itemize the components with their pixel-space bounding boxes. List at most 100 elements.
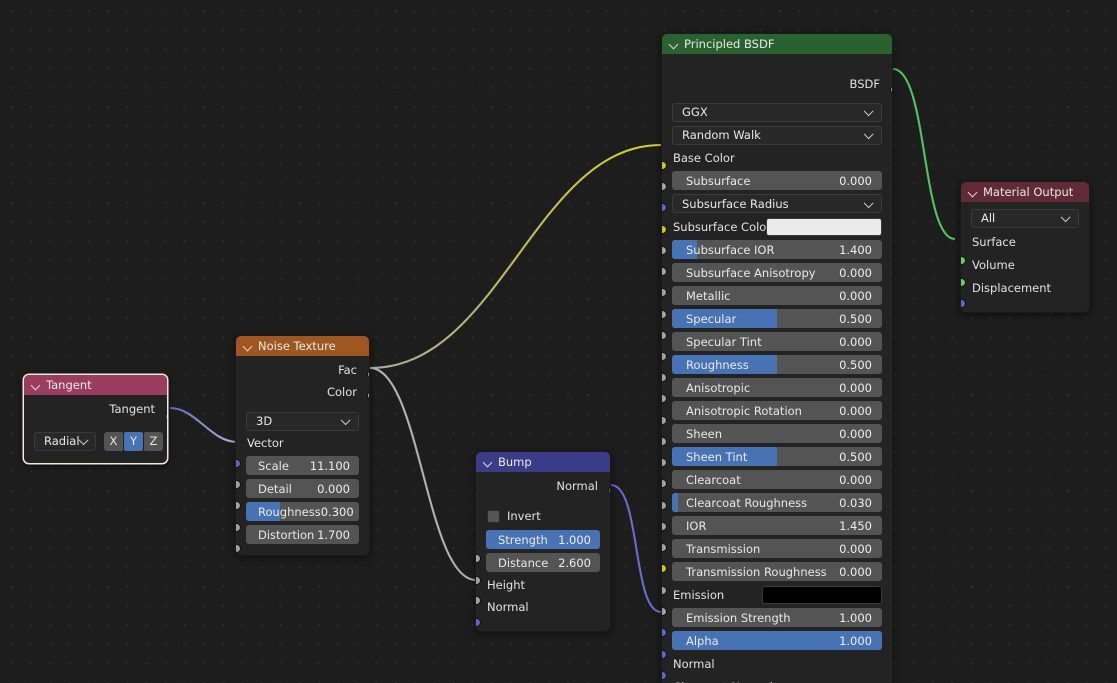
slider-anisotropic[interactable]: Anisotropic 0.000 [672,378,882,397]
slider-subsurface-ior[interactable]: Subsurface IOR 1.400 [672,240,882,259]
slider-distortion[interactable]: Distortion 1.700 [246,525,359,544]
slider-detail[interactable]: Detail 0.000 [246,479,359,498]
socket-noise-distortion-input[interactable] [236,544,241,553]
socket-emission[interactable] [662,564,667,573]
socket-noise-scale-input[interactable] [236,480,241,489]
socket-volume[interactable] [961,278,966,287]
socket-emission-strength[interactable] [662,586,667,595]
slider-specular[interactable]: Specular 0.500 [672,309,882,328]
slider-transmission-roughness[interactable]: Transmission Roughness 0.000 [672,562,882,581]
socket-transmission[interactable] [662,522,667,531]
socket-roughness[interactable] [662,352,667,361]
subsurface-method-dropdown[interactable]: Random Walk [672,125,882,145]
slider-specular-label: Specular [686,311,737,326]
node-principled-bsdf[interactable]: Principled BSDF BSDF GGX Random Walk Bas… [661,33,893,683]
socket-noise-roughness-input[interactable] [236,523,241,532]
emission-color-swatch[interactable] [762,585,882,604]
socket-tangent-output[interactable] [164,412,167,421]
node-bump-header[interactable]: Bump [476,452,610,472]
target-dropdown[interactable]: All [971,208,1079,228]
slider-subsurface[interactable]: Subsurface 0.000 [672,171,882,190]
chevron-down-icon[interactable] [31,381,40,390]
node-material-output-header[interactable]: Material Output [961,182,1089,202]
invert-checkbox[interactable] [487,509,500,523]
socket-noise-vector-input[interactable] [236,459,241,468]
slider-metallic[interactable]: Metallic 0.000 [672,286,882,305]
subsurface-radius-dropdown[interactable]: Subsurface Radius [672,194,882,213]
node-material-output[interactable]: Material Output All Surface Volume Displ… [960,181,1090,313]
socket-noise-fac-output[interactable] [366,370,369,379]
slider-emission-strength[interactable]: Emission Strength 1.000 [672,608,882,627]
slider-ior[interactable]: IOR 1.450 [672,516,882,535]
slider-subsurface-anisotropy[interactable]: Subsurface Anisotropy 0.000 [672,263,882,282]
subsurface-color-swatch[interactable] [766,217,882,236]
socket-subsurface-radius[interactable] [662,203,667,212]
slider-sheen-tint[interactable]: Sheen Tint 0.500 [672,447,882,466]
slider-bsdf-roughness[interactable]: Roughness 0.500 [672,355,882,374]
distribution-dropdown[interactable]: GGX [672,102,882,122]
socket-specular[interactable] [662,310,667,319]
slider-alpha[interactable]: Alpha 1.000 [672,631,882,650]
socket-tangent[interactable] [662,671,667,680]
socket-subsurface-ior[interactable] [662,246,667,255]
node-noise-texture-header[interactable]: Noise Texture [236,336,369,356]
axis-button-y[interactable]: Y [124,431,143,451]
socket-normal[interactable] [662,628,667,637]
socket-anisotropic[interactable] [662,373,667,382]
slider-roughness[interactable]: Roughness 0.300 [246,502,359,521]
socket-specular-tint[interactable] [662,331,667,340]
direction-dropdown[interactable]: Radial [34,431,96,451]
slider-transmission[interactable]: Transmission 0.000 [672,539,882,558]
socket-clearcoat-roughness[interactable] [662,479,667,488]
invert-label: Invert [507,509,541,523]
node-bump[interactable]: Bump Normal Invert Strength 1.000 Distan… [475,451,611,632]
socket-ior[interactable] [662,501,667,510]
socket-subsurface[interactable] [662,182,667,191]
slider-clearcoat-roughness[interactable]: Clearcoat Roughness 0.030 [672,493,882,512]
socket-surface[interactable] [961,256,966,265]
axis-button-x[interactable]: X [104,431,123,451]
socket-subsurface-anisotropy[interactable] [662,267,667,276]
socket-clearcoat[interactable] [662,458,667,467]
node-tangent-header[interactable]: Tangent [24,375,167,395]
socket-bump-height-input[interactable] [476,596,481,605]
chevron-down-icon[interactable] [483,458,492,467]
socket-transmission-roughness[interactable] [662,543,667,552]
socket-noise-color-output[interactable] [366,391,369,400]
node-noise-texture[interactable]: Noise Texture Fac Color 3D Vector Scale … [235,335,370,556]
axis-enum-strip[interactable]: X Y Z [104,431,163,451]
slider-sheen[interactable]: Sheen 0.000 [672,424,882,443]
socket-bsdf-output[interactable] [889,85,892,94]
node-editor-canvas[interactable]: Tangent Tangent Radial X Y Z Noise Textu… [0,0,1117,683]
socket-noise-detail-input[interactable] [236,501,241,510]
slider-anisotropic-rotation[interactable]: Anisotropic Rotation 0.000 [672,401,882,420]
socket-sheen[interactable] [662,416,667,425]
socket-metallic[interactable] [662,288,667,297]
socket-subsurface-color[interactable] [662,225,667,234]
chevron-down-icon[interactable] [669,40,678,49]
output-row-bump-normal: Normal [486,476,600,496]
socket-displacement[interactable] [961,299,966,308]
slider-clearcoat[interactable]: Clearcoat 0.000 [672,470,882,489]
socket-bump-strength-input[interactable] [476,554,481,563]
slider-scale[interactable]: Scale 11.100 [246,456,359,475]
node-tangent[interactable]: Tangent Tangent Radial X Y Z [23,374,168,464]
socket-bump-distance-input[interactable] [476,576,481,585]
socket-alpha[interactable] [662,607,667,616]
slider-bump-distance[interactable]: Distance 2.600 [486,553,600,572]
slider-specular-tint[interactable]: Specular Tint 0.000 [672,332,882,351]
socket-anisotropic-rotation[interactable] [662,394,667,403]
chevron-down-icon[interactable] [968,188,977,197]
slider-specular-tint-label: Specular Tint [686,334,762,349]
socket-base-color[interactable] [662,161,667,170]
socket-sheen-tint[interactable] [662,437,667,446]
axis-button-z[interactable]: Z [144,431,163,451]
socket-bump-normal-output[interactable] [607,486,610,495]
chevron-down-icon[interactable] [243,342,252,351]
dimension-dropdown[interactable]: 3D [246,411,359,431]
node-principled-bsdf-header[interactable]: Principled BSDF [662,34,892,54]
socket-bump-normal-input[interactable] [476,618,481,627]
invert-checkbox-row[interactable]: Invert [486,506,600,526]
socket-clearcoat-normal[interactable] [662,650,667,659]
slider-bump-strength[interactable]: Strength 1.000 [486,530,600,549]
